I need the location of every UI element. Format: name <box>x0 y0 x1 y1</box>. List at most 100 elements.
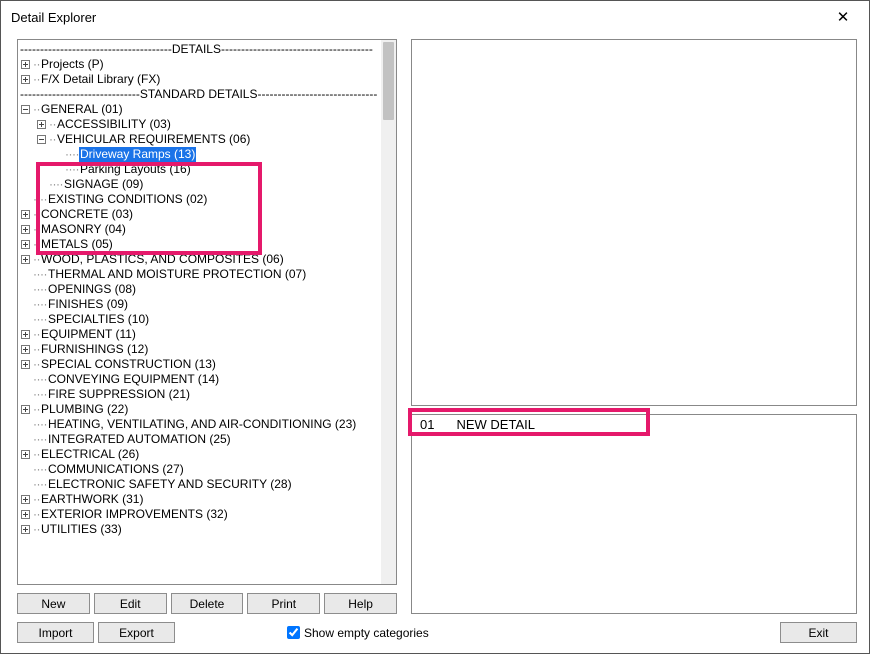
tree-item-specialties[interactable]: ···· SPECIALTIES (10) <box>20 312 381 327</box>
collapse-icon[interactable] <box>20 104 31 115</box>
close-button[interactable]: ✕ <box>825 3 861 31</box>
tree-item-earthwork[interactable]: ·· EARTHWORK (31) <box>20 492 381 507</box>
new-button[interactable]: New <box>17 593 90 614</box>
tree-label: CONCRETE (03) <box>40 207 134 222</box>
edit-button[interactable]: Edit <box>94 593 167 614</box>
tree-label: SPECIAL CONSTRUCTION (13) <box>40 357 217 372</box>
tree-label: EXISTING CONDITIONS (02) <box>47 192 208 207</box>
tree-label: ELECTRICAL (26) <box>40 447 140 462</box>
tree-item-signage[interactable]: ···· SIGNAGE (09) <box>20 177 381 192</box>
tree-label: EXTERIOR IMPROVEMENTS (32) <box>40 507 229 522</box>
tree-label: F/X Detail Library (FX) <box>40 72 161 87</box>
expand-icon[interactable] <box>20 329 31 340</box>
help-button[interactable]: Help <box>324 593 397 614</box>
expand-icon[interactable] <box>20 494 31 505</box>
expand-icon[interactable] <box>20 74 31 85</box>
panes: -------------------------------------- D… <box>17 39 857 614</box>
tree-label: GENERAL (01) <box>40 102 124 117</box>
tree-label: FURNISHINGS (12) <box>40 342 149 357</box>
tree-item-fire[interactable]: ···· FIRE SUPPRESSION (21) <box>20 387 381 402</box>
tree-label: ACCESSIBILITY (03) <box>56 117 172 132</box>
client-area: -------------------------------------- D… <box>1 33 869 653</box>
tree-label: CONVEYING EQUIPMENT (14) <box>47 372 220 387</box>
tree-item-electrical[interactable]: ·· ELECTRICAL (26) <box>20 447 381 462</box>
window-title: Detail Explorer <box>11 10 96 25</box>
tree-label: HEATING, VENTILATING, AND AIR-CONDITIONI… <box>47 417 357 432</box>
tree-item-esas[interactable]: ···· ELECTRONIC SAFETY AND SECURITY (28) <box>20 477 381 492</box>
tree-item-plumbing[interactable]: ·· PLUMBING (22) <box>20 402 381 417</box>
tree-item-existing[interactable]: ···· EXISTING CONDITIONS (02) <box>20 192 381 207</box>
tree-item-equipment[interactable]: ·· EQUIPMENT (11) <box>20 327 381 342</box>
tree-label: PLUMBING (22) <box>40 402 129 417</box>
tree-label-selected: Driveway Ramps (13) <box>79 147 196 162</box>
tree-item-metals[interactable]: ·· METALS (05) <box>20 237 381 252</box>
show-empty-input[interactable] <box>287 626 300 639</box>
tree-item-finishes[interactable]: ···· FINISHES (09) <box>20 297 381 312</box>
scrollbar[interactable] <box>381 40 396 584</box>
tree-item-parking[interactable]: ···· Parking Layouts (16) <box>20 162 381 177</box>
expand-icon[interactable] <box>20 224 31 235</box>
tree-label: METALS (05) <box>40 237 114 252</box>
detail-list-row[interactable]: 01 NEW DETAIL <box>412 415 856 434</box>
expand-icon[interactable] <box>20 524 31 535</box>
tree-item-openings[interactable]: ···· OPENINGS (08) <box>20 282 381 297</box>
tree-item-driveway[interactable]: ···· Driveway Ramps (13) <box>20 147 381 162</box>
tree-item-thermal[interactable]: ···· THERMAL AND MOISTURE PROTECTION (07… <box>20 267 381 282</box>
expand-icon[interactable] <box>20 404 31 415</box>
left-pane: -------------------------------------- D… <box>17 39 397 614</box>
exit-button[interactable]: Exit <box>780 622 857 643</box>
titlebar: Detail Explorer ✕ <box>1 1 869 33</box>
detail-number: 01 <box>420 417 434 432</box>
tree-item-vehicular[interactable]: ·· VEHICULAR REQUIREMENTS (06) <box>20 132 381 147</box>
delete-button[interactable]: Delete <box>171 593 244 614</box>
tree-item-hvac[interactable]: ···· HEATING, VENTILATING, AND AIR-CONDI… <box>20 417 381 432</box>
tree-label: INTEGRATED AUTOMATION (25) <box>47 432 232 447</box>
expand-icon[interactable] <box>20 59 31 70</box>
tree-label: UTILITIES (33) <box>40 522 123 537</box>
show-empty-label: Show empty categories <box>304 626 429 640</box>
show-empty-checkbox[interactable]: Show empty categories <box>287 626 429 640</box>
tree-label: EARTHWORK (31) <box>40 492 144 507</box>
scrollbar-thumb[interactable] <box>383 42 394 120</box>
tree-item-furnishings[interactable]: ·· FURNISHINGS (12) <box>20 342 381 357</box>
expand-icon[interactable] <box>20 254 31 265</box>
tree-label: COMMUNICATIONS (27) <box>47 462 185 477</box>
tree-item-special[interactable]: ·· SPECIAL CONSTRUCTION (13) <box>20 357 381 372</box>
expand-icon[interactable] <box>20 209 31 220</box>
tree-label: ELECTRONIC SAFETY AND SECURITY (28) <box>47 477 293 492</box>
expand-icon[interactable] <box>20 239 31 250</box>
bottom-bar: Import Export Show empty categories Exit <box>17 622 857 643</box>
tree-item-concrete[interactable]: ·· CONCRETE (03) <box>20 207 381 222</box>
tree-item-fxlib[interactable]: ·· F/X Detail Library (FX) <box>20 72 381 87</box>
preview-panel <box>411 39 857 406</box>
detail-name: NEW DETAIL <box>456 417 535 432</box>
tree-label: THERMAL AND MOISTURE PROTECTION (07) <box>47 267 307 282</box>
collapse-icon[interactable] <box>36 134 47 145</box>
expand-icon[interactable] <box>36 119 47 130</box>
tree-label: Parking Layouts (16) <box>79 162 192 177</box>
expand-icon[interactable] <box>20 449 31 460</box>
expand-icon[interactable] <box>20 359 31 370</box>
tree-item-exterior[interactable]: ·· EXTERIOR IMPROVEMENTS (32) <box>20 507 381 522</box>
export-button[interactable]: Export <box>98 622 175 643</box>
tree-label: FINISHES (09) <box>47 297 129 312</box>
tree-item-projects[interactable]: ·· Projects (P) <box>20 57 381 72</box>
right-pane: 01 NEW DETAIL <box>411 39 857 614</box>
print-button[interactable]: Print <box>247 593 320 614</box>
tree-item-wood[interactable]: ·· WOOD, PLASTICS, AND COMPOSITES (06) <box>20 252 381 267</box>
import-button[interactable]: Import <box>17 622 94 643</box>
tree-label: SPECIALTIES (10) <box>47 312 150 327</box>
expand-icon[interactable] <box>20 344 31 355</box>
detail-list-panel: 01 NEW DETAIL <box>411 414 857 614</box>
tree-item-masonry[interactable]: ·· MASONRY (04) <box>20 222 381 237</box>
tree-item-integrated[interactable]: ···· INTEGRATED AUTOMATION (25) <box>20 432 381 447</box>
category-tree[interactable]: -------------------------------------- D… <box>18 40 381 584</box>
tree-header-details: -------------------------------------- D… <box>20 42 381 57</box>
tree-label: EQUIPMENT (11) <box>40 327 137 342</box>
expand-icon[interactable] <box>20 509 31 520</box>
tree-item-utilities[interactable]: ·· UTILITIES (33) <box>20 522 381 537</box>
tree-item-comm[interactable]: ···· COMMUNICATIONS (27) <box>20 462 381 477</box>
tree-item-general[interactable]: ·· GENERAL (01) <box>20 102 381 117</box>
tree-item-accessibility[interactable]: ·· ACCESSIBILITY (03) <box>20 117 381 132</box>
tree-item-conveying[interactable]: ···· CONVEYING EQUIPMENT (14) <box>20 372 381 387</box>
